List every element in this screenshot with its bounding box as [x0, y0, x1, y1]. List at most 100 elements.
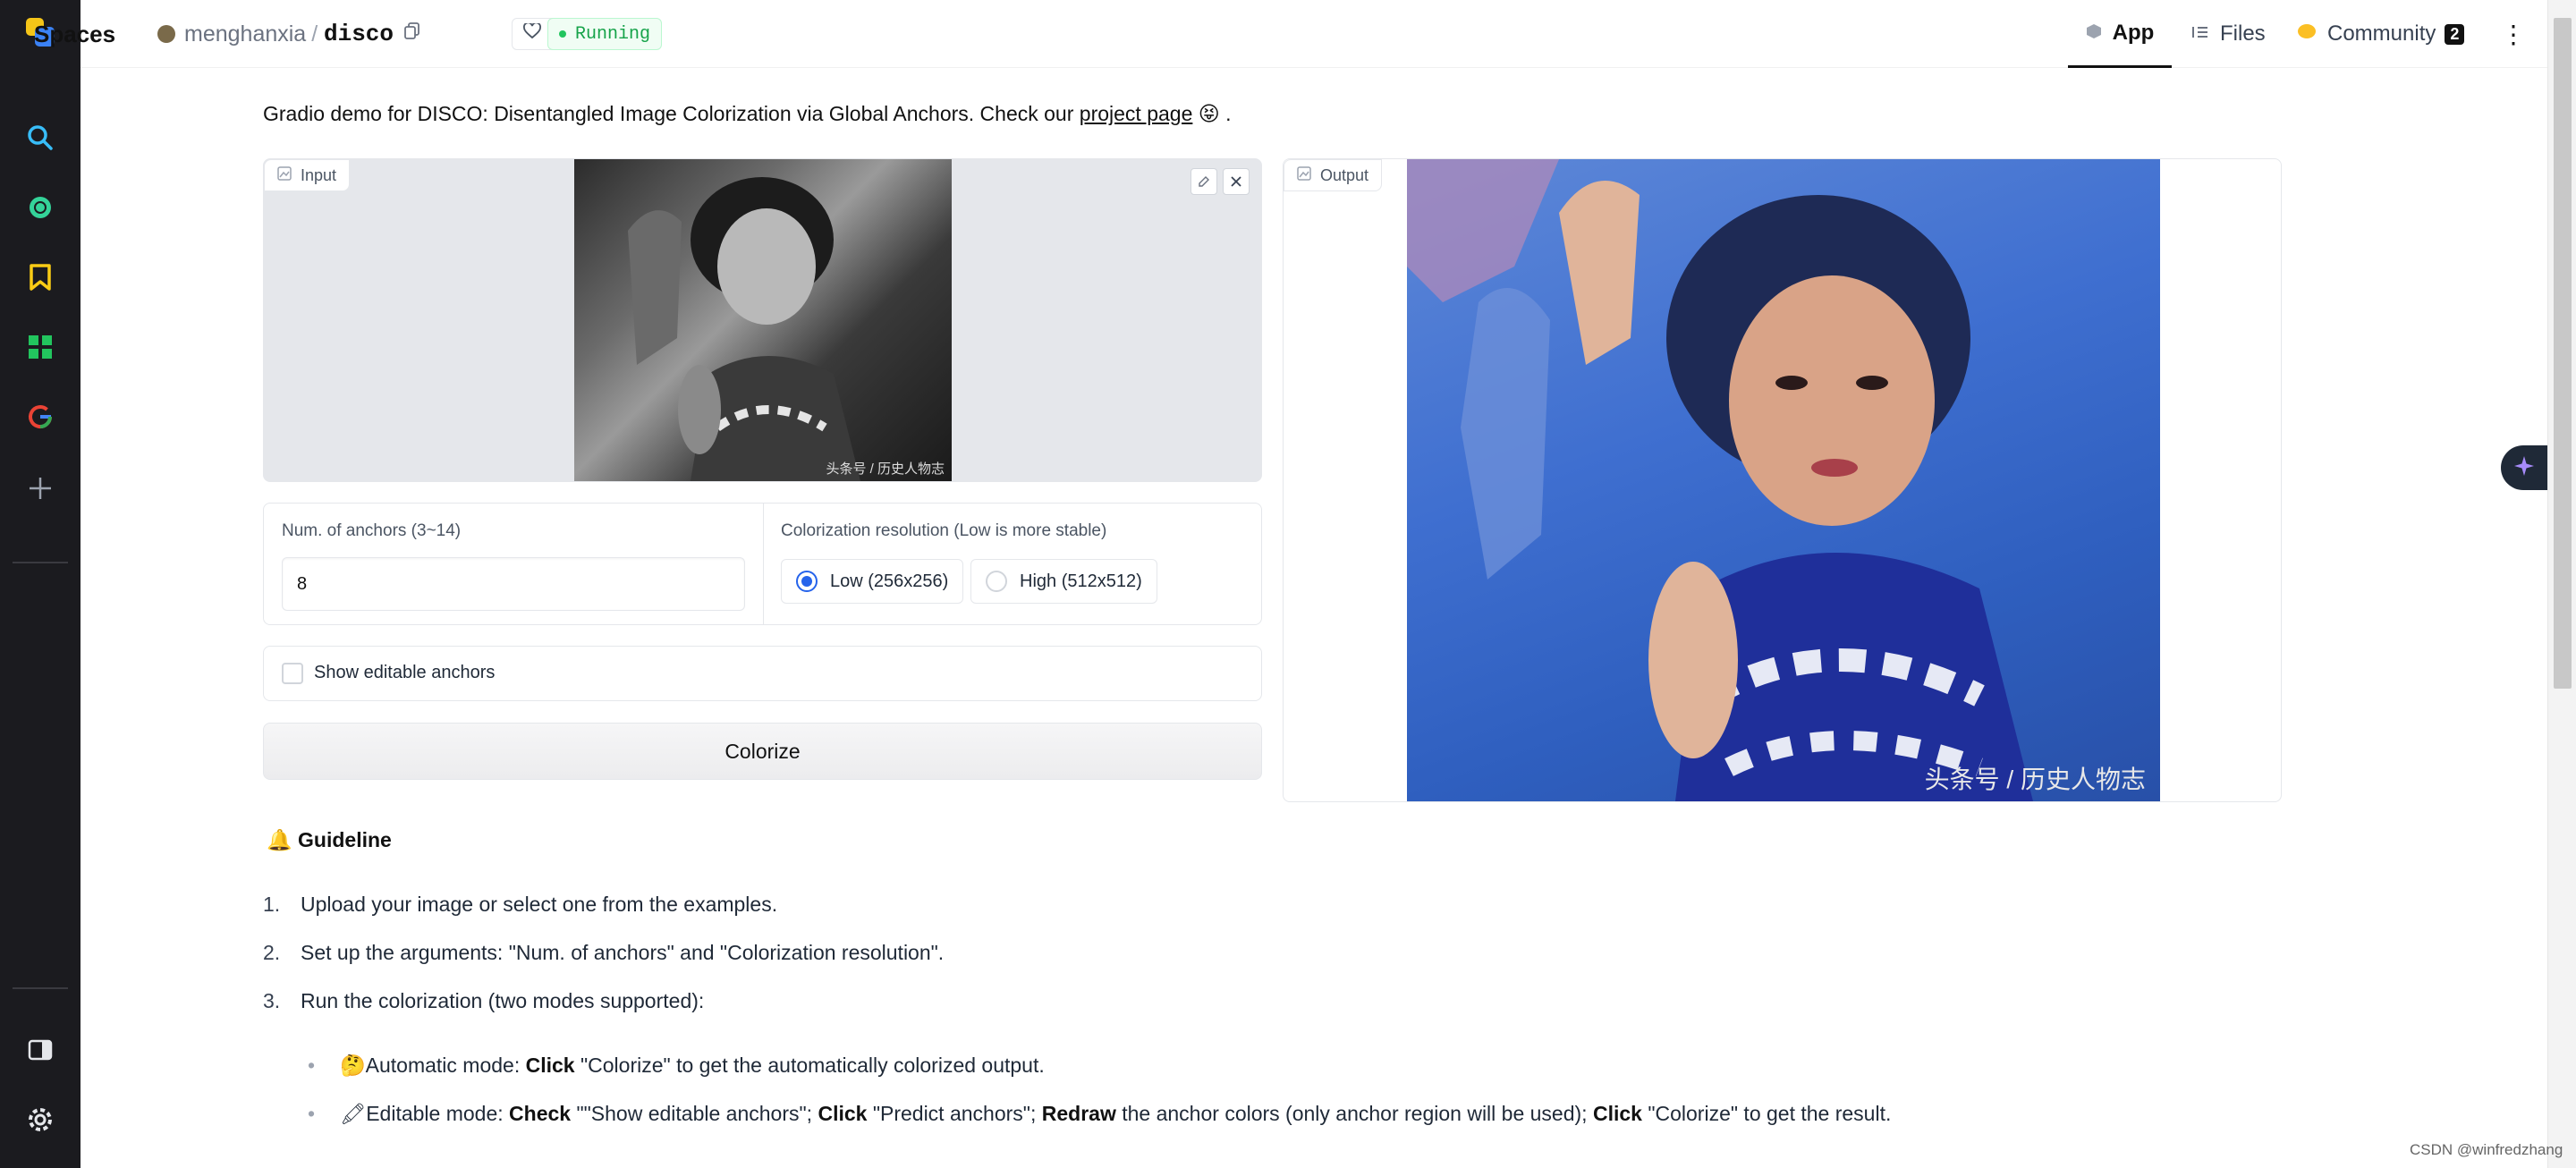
resolution-low-label: Low (256x256)	[830, 571, 949, 591]
tongue-emoji-icon: 😝	[1198, 102, 1220, 125]
thinking-emoji-icon: 🤔	[340, 1054, 366, 1077]
copy-icon[interactable]	[404, 21, 420, 47]
project-page-link[interactable]: project page	[1080, 102, 1193, 125]
description-title: Gradio demo for DISCO: Disentangled Imag…	[263, 102, 969, 125]
owner-name: menghanxia	[184, 21, 307, 47]
resolution-label: Colorization resolution (Low is more sta…	[781, 521, 1107, 540]
settings-icon[interactable]	[22, 1102, 58, 1138]
edit-pencil-icon[interactable]	[1191, 168, 1217, 195]
image-icon	[277, 165, 292, 185]
owner-link[interactable]: menghanxia /	[157, 0, 323, 68]
bookmark-icon[interactable]	[22, 259, 58, 295]
step-text: Upload your image or select one from the…	[301, 893, 778, 916]
mode-keyword: Redraw	[1041, 1102, 1116, 1125]
output-watermark-text: 头条号 / 历史人物志	[1924, 766, 2146, 793]
page-scrollbar[interactable]	[2547, 0, 2576, 1168]
community-count-badge: 2	[2445, 23, 2465, 45]
mode-item-automatic: • 🤔Automatic mode: Click "Colorize" to ge…	[308, 1054, 1045, 1078]
mode-text: the anchor colors (only anchor region wi…	[1115, 1102, 1593, 1125]
status-dot-icon	[559, 30, 566, 38]
anchors-number-input[interactable]: 8	[282, 557, 745, 611]
guideline-title: Guideline	[298, 828, 392, 851]
step-number: 1.	[263, 893, 281, 916]
colorize-button[interactable]: Colorize	[263, 723, 1262, 780]
description-end: .	[1219, 102, 1232, 125]
tab-app[interactable]: App	[2068, 0, 2172, 68]
resolution-high-label: High (512x512)	[1020, 571, 1142, 591]
anchors-value: 8	[297, 573, 308, 594]
bullet-icon: •	[308, 1102, 316, 1125]
chatgpt-icon[interactable]	[22, 190, 58, 225]
heart-icon	[523, 21, 541, 45]
app-description: Gradio demo for DISCO: Disentangled Imag…	[263, 102, 1232, 126]
repo-name: disco	[324, 21, 394, 47]
search-icon[interactable]	[22, 120, 58, 156]
image-icon	[1297, 165, 1311, 185]
output-image-panel: 头条号 / 历史人物志 Output	[1283, 158, 2282, 802]
bell-icon: 🔔	[267, 828, 292, 851]
mode-text: "Colorize" to get the result.	[1641, 1102, 1892, 1125]
column-divider	[763, 504, 764, 624]
step-number: 3.	[263, 989, 281, 1012]
sidebar-toggle-icon[interactable]	[22, 1032, 58, 1068]
plus-icon[interactable]	[22, 470, 58, 506]
anchors-label: Num. of anchors (3~14)	[282, 521, 462, 540]
cube-icon	[2086, 21, 2102, 46]
show-anchors-label: Show editable anchors	[314, 663, 496, 682]
mode-keyword: Check	[509, 1102, 572, 1125]
input-image-panel[interactable]: 头条号 / 历史人物志 Input	[263, 158, 1262, 482]
guideline-heading: 🔔 Guideline	[267, 828, 392, 852]
google-icon[interactable]	[22, 399, 58, 435]
spaces-label: Spaces	[34, 20, 116, 47]
status-text: Running	[575, 23, 651, 45]
mode-prefix: Editable mode:	[366, 1102, 510, 1125]
apps-grid-icon[interactable]	[22, 329, 58, 365]
guideline-step: 1. Upload your image or select one from t…	[263, 893, 777, 917]
assistant-sparkle-button[interactable]	[2501, 445, 2547, 490]
csdn-watermark: CSDN @winfredzhang	[2410, 1141, 2563, 1158]
mode-prefix: Automatic mode:	[365, 1054, 526, 1077]
avatar	[157, 25, 175, 43]
guideline-step: 2. Set up the arguments: "Num. of anchors…	[263, 941, 944, 965]
mode-text: "Colorize" to get the automatically colo…	[574, 1054, 1045, 1077]
input-watermark-text: 头条号 / 历史人物志	[826, 461, 945, 477]
tab-files[interactable]: Files	[2191, 0, 2266, 68]
guideline-step: 3. Run the colorization (two modes suppor…	[263, 989, 704, 1013]
step-number: 2.	[263, 941, 281, 964]
repo-link[interactable]: disco	[324, 0, 420, 68]
resolution-low-radio[interactable]: Low (256x256)	[781, 559, 964, 604]
spaces-link[interactable]: Spaces	[34, 0, 115, 68]
input-label: Input	[301, 165, 337, 184]
radio-selected-icon	[796, 571, 818, 592]
community-icon	[2297, 21, 2317, 47]
settings-row: Num. of anchors (3~14) 8 Colorization re…	[263, 503, 1262, 625]
tab-app-label: App	[2112, 20, 2155, 45]
show-anchors-row[interactable]: Show editable anchors	[263, 646, 1262, 701]
input-image: 头条号 / 历史人物志	[574, 159, 952, 481]
crayon-emoji-icon: 🖍	[340, 1102, 367, 1125]
mode-keyword: Click	[818, 1102, 868, 1125]
tab-community-label: Community	[2327, 21, 2436, 46]
sidebar-divider	[13, 987, 68, 989]
resolution-high-radio[interactable]: High (512x512)	[970, 559, 1157, 604]
more-menu-icon[interactable]: ⋮	[2501, 0, 2526, 68]
top-header: Spaces menghanxia / disco like 22 Runnin…	[34, 0, 2547, 68]
mode-text: ""Show editable anchors";	[571, 1102, 818, 1125]
files-icon	[2191, 21, 2209, 47]
mode-item-editable: • 🖍Editable mode: Check ""Show editable a…	[308, 1102, 1891, 1126]
step-text: Run the colorization (two modes supporte…	[301, 989, 705, 1012]
left-sidebar	[0, 0, 80, 1168]
status-badge: Running	[547, 18, 663, 50]
output-image: 头条号 / 历史人物志	[1407, 159, 2160, 801]
step-text: Set up the arguments: "Num. of anchors" …	[301, 941, 945, 964]
description-text: . Check our	[968, 102, 1080, 125]
sidebar-divider	[13, 562, 68, 563]
mode-text: "Predict anchors";	[867, 1102, 1042, 1125]
clear-close-icon[interactable]	[1223, 168, 1250, 195]
show-anchors-checkbox[interactable]	[282, 663, 303, 684]
sparkle-icon	[2512, 454, 2536, 482]
scrollbar-thumb[interactable]	[2554, 18, 2572, 689]
output-label-tag: Output	[1284, 159, 1383, 191]
mode-keyword: Click	[1592, 1102, 1642, 1125]
tab-community[interactable]: Community 2	[2297, 0, 2465, 68]
